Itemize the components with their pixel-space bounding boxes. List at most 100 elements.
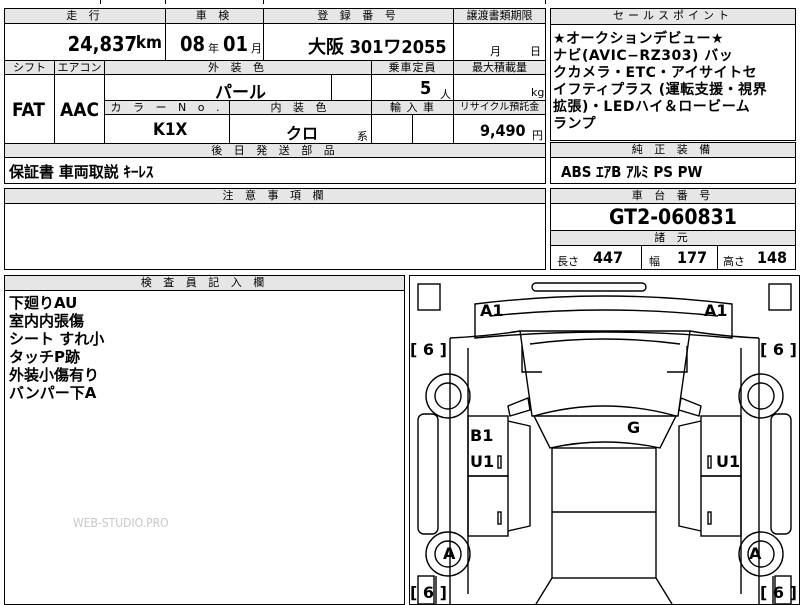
tire-tread-front-right: [ 6 ]: [760, 340, 797, 359]
damage-mark-right-door: U1: [716, 452, 741, 471]
inspection-month: 01: [223, 32, 249, 56]
remark-line: 下廻りAU: [9, 294, 78, 312]
remark-line: タッチP跡: [9, 348, 80, 366]
inspection-header: 車 検: [166, 9, 264, 24]
sales-points-header: セールスポイント: [551, 9, 795, 25]
month-unit: 月: [251, 42, 262, 55]
recycle-header: リサイクル預託金: [454, 101, 545, 115]
width-value: 177: [677, 248, 708, 267]
dimensions-header: 諸 元: [551, 231, 795, 246]
sales-point-line: ナビ(AVIC−RZ303) バッ: [553, 48, 734, 64]
recycle-unit: 円: [532, 129, 543, 142]
remark-line: 室内内張傷: [9, 312, 85, 330]
sales-point-line: ★オークションデビュー★: [553, 31, 725, 47]
inspection-cell: 08 年 01 月: [166, 24, 264, 60]
watermark: WEB-STUDIO.PRO: [73, 516, 169, 530]
remark-line: 外装小傷有り: [9, 366, 100, 384]
sales-point-line: クカメラ・ETC・アイサイトセ: [553, 65, 758, 81]
sales-points-text: ★オークションデビュー★ ナビ(AVIC−RZ303) バッ クカメラ・ETC・…: [551, 25, 795, 133]
shift-value: FAT: [12, 99, 45, 121]
accessories-value: 保証書 車両取説 ｷｰﾚｽ: [9, 163, 154, 181]
recycle-cell: 9,490 円: [454, 115, 545, 143]
interior-color-header: 内 装 色: [230, 101, 372, 115]
aircon-value: AAC: [60, 99, 100, 121]
accessories-header: 後 日 発 送 部 品: [5, 144, 545, 158]
exterior-color-header: 外 装 色: [105, 61, 372, 75]
damage-mark-wheel-left: A: [443, 544, 456, 563]
factory-equipment-header: 純 正 装 備: [551, 143, 795, 158]
car-outline-diagram: [417, 282, 792, 604]
registration-cell: 大阪 301ワ2055: [264, 24, 454, 60]
inspector-header: 検 査 員 記 入 欄: [5, 276, 404, 291]
capacity-header: 乗車定員: [372, 61, 454, 75]
length-label: 長さ: [557, 255, 579, 268]
chassis-number: GT2-060831: [609, 205, 737, 229]
factory-equipment-value: ABS ｴｱB ｱﾙﾐ PS PW: [561, 163, 703, 181]
dimensions-row: 長さ 447 幅 177 高さ 148: [551, 246, 795, 270]
damage-mark-left-door-2: U1: [470, 452, 495, 471]
exterior-color-value: パール: [215, 83, 266, 103]
chassis-box: 車 台 番 号 GT2-060831 諸 元 長さ 447 幅 177 高さ 1…: [550, 188, 796, 270]
aircon-header: エアコン: [55, 61, 105, 75]
transfer-month-unit: 月: [490, 45, 501, 58]
length-value: 447: [593, 248, 624, 267]
damage-mark-wheel-right: A: [749, 544, 762, 563]
import-header: 輸 入 車: [372, 101, 454, 115]
top-cropped-strip: [0, 0, 800, 4]
mileage-cell: 24,837 km: [5, 24, 166, 60]
damage-mark-front-right: A1: [704, 301, 728, 320]
color-no-cell: K1X: [105, 115, 230, 143]
mileage-value: 24,837: [67, 32, 137, 56]
tire-tread-rear-right: [ 6 ]: [760, 583, 797, 602]
shift-cell: FAT: [5, 75, 55, 143]
exterior-color-cell: パール: [105, 75, 372, 103]
remark-line: シート すれ小: [9, 330, 105, 348]
import-cell: [372, 115, 454, 143]
interior-color-value: クロ: [286, 124, 319, 143]
shift-header: シフト: [5, 61, 55, 75]
color-no-header: カ ラ ー N o .: [105, 101, 230, 115]
capacity-value: 5: [420, 78, 432, 99]
recycle-value: 9,490: [480, 121, 526, 140]
notes-header: 注 意 事 項 欄: [5, 189, 545, 204]
max-load-header: 最大積載量: [454, 61, 545, 75]
max-load-unit: kg: [531, 86, 545, 99]
car-diagram-box: A1 A1 [ 6 ] [ 6 ] B1 U1 U1 G A A [ 6 ] […: [409, 275, 800, 605]
sales-point-line: ランプ: [553, 116, 597, 132]
inspection-year: 08: [180, 32, 206, 56]
remark-line: バンパー下A: [9, 384, 97, 402]
chassis-header: 車 台 番 号: [551, 189, 795, 204]
tire-tread-front-left: [ 6 ]: [410, 340, 447, 359]
transfer-deadline-cell: 月 日: [454, 24, 545, 60]
sales-point-line: 拡張)・LEDハイ＆ロービーム: [553, 99, 751, 115]
transfer-day-unit: 日: [530, 45, 541, 58]
height-value: 148: [757, 248, 788, 267]
damage-mark-roof: G: [627, 418, 641, 437]
width-label: 幅: [649, 255, 660, 268]
registration-value: 大阪 301ワ2055: [308, 37, 447, 58]
damage-mark-left-door-1: B1: [470, 426, 494, 445]
mileage-header: 走 行: [5, 9, 166, 24]
inspector-box: 検 査 員 記 入 欄 下廻りAU 室内内張傷 シート すれ小 タッチP跡 外装…: [4, 275, 405, 605]
max-load-cell: kg: [454, 75, 545, 101]
inspector-remarks: 下廻りAU 室内内張傷 シート すれ小 タッチP跡 外装小傷有り バンパー下A: [5, 291, 404, 405]
transfer-deadline-header: 譲渡書類期限: [454, 9, 545, 24]
accessories-cell: 保証書 車両取説 ｷｰﾚｽ: [5, 158, 545, 183]
damage-mark-front-left: A1: [480, 301, 504, 320]
height-label: 高さ: [723, 255, 745, 268]
interior-suffix: 系: [357, 130, 368, 143]
interior-color-cell: クロ 系: [230, 115, 372, 143]
main-info-table: 走 行 車 検 登 録 番 号 譲渡書類期限 24,837 km 08 年 01…: [4, 8, 546, 184]
mileage-unit: km: [135, 33, 162, 53]
notes-box: 注 意 事 項 欄: [4, 188, 546, 270]
capacity-unit: 人: [440, 88, 451, 101]
year-unit: 年: [208, 42, 219, 55]
sales-points-box: セールスポイント ★オークションデビュー★ ナビ(AVIC−RZ303) バッ …: [550, 8, 796, 141]
sales-point-line: イフティプラス (運転支援・視界: [553, 82, 768, 98]
registration-header: 登 録 番 号: [264, 9, 454, 24]
aircon-cell: AAC: [55, 75, 105, 143]
capacity-cell: 5 人: [372, 75, 454, 101]
factory-equipment-box: 純 正 装 備 ABS ｴｱB ｱﾙﾐ PS PW: [550, 142, 796, 184]
color-no-value: K1X: [153, 120, 188, 140]
tire-tread-rear-left: [ 6 ]: [410, 583, 447, 602]
